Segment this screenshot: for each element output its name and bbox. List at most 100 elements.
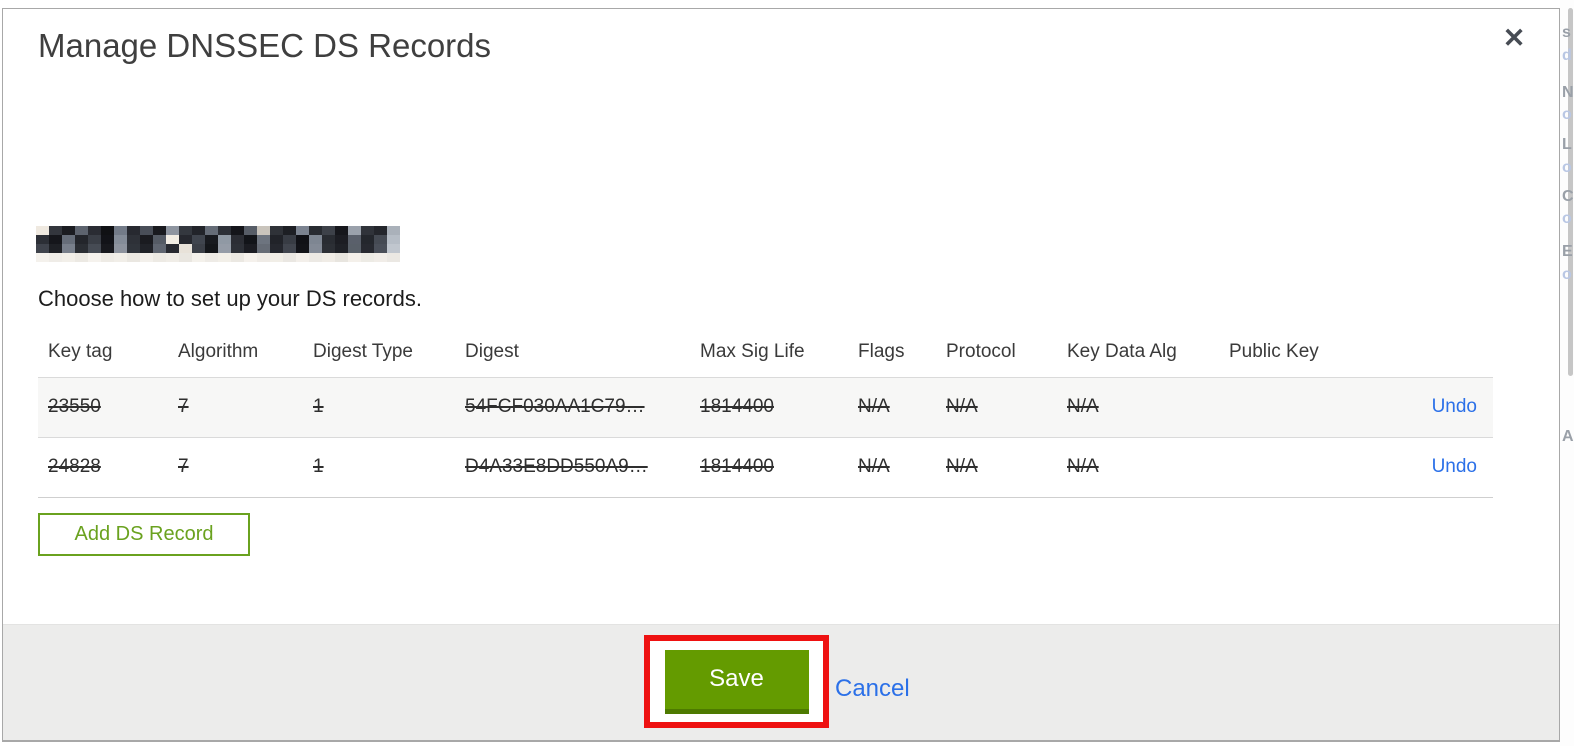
column-header: Public Key (1229, 341, 1319, 363)
redacted-pixel (62, 235, 75, 244)
redacted-pixel (283, 226, 296, 235)
add-ds-record-button[interactable]: Add DS Record (38, 513, 250, 556)
redacted-pixel (387, 235, 400, 244)
redacted-pixel (192, 253, 205, 262)
close-icon[interactable]: ✕ (1497, 21, 1531, 55)
table-cell: 1 (303, 437, 455, 497)
redacted-pixel (49, 226, 62, 235)
redacted-pixel (348, 253, 361, 262)
redacted-pixel (244, 235, 257, 244)
redacted-pixel (335, 226, 348, 235)
redacted-pixel (205, 235, 218, 244)
table-cell: 7 (168, 377, 303, 437)
save-button[interactable]: Save (664, 649, 809, 714)
redacted-pixel (387, 226, 400, 235)
column-header: Protocol (946, 341, 1016, 363)
redacted-pixel (257, 226, 270, 235)
table-cell: N/A (848, 437, 936, 497)
redacted-pixel (244, 226, 257, 235)
subtitle: Choose how to set up your DS records. (38, 286, 422, 311)
redacted-pixel (179, 244, 192, 253)
redacted-pixel (101, 226, 114, 235)
background-text-fragment: L (1562, 136, 1572, 153)
redacted-pixel (257, 253, 270, 262)
redacted-pixel (296, 253, 309, 262)
redacted-pixel (309, 235, 322, 244)
cell-value: 1814400 (700, 456, 774, 477)
redacted-pixel (296, 235, 309, 244)
page: Manage DNSSEC DS Records ✕ Choose how to… (0, 0, 1574, 746)
cell-value: 1814400 (700, 396, 774, 417)
redacted-pixel (75, 253, 88, 262)
cell-value: 23550 (48, 396, 101, 417)
redacted-pixel (270, 244, 283, 253)
redacted-pixel (101, 235, 114, 244)
redacted-pixel (374, 253, 387, 262)
background-text-fragment: d (1562, 47, 1572, 64)
redacted-pixel (231, 226, 244, 235)
annotation-red-box: Save (644, 635, 829, 728)
modal-title: Manage DNSSEC DS Records (38, 27, 492, 64)
redacted-pixel (322, 244, 335, 253)
redacted-pixel (322, 235, 335, 244)
redacted-pixel (361, 226, 374, 235)
table-body: 23550 7 1 54FCF030AA1C79… 1814400 N/A N/A N/A Un… (38, 377, 1493, 497)
cancel-link[interactable]: Cancel (835, 675, 910, 703)
dnssec-modal: Manage DNSSEC DS Records ✕ Choose how to… (2, 8, 1560, 742)
cell-value: N/A (858, 456, 890, 477)
cell-value: N/A (946, 456, 978, 477)
redacted-pixel (283, 244, 296, 253)
redacted-pixel-row (36, 226, 400, 235)
redacted-pixel (153, 253, 166, 262)
ds-records-table: Key tag Algorithm Digest Type Digest Max Sig… (38, 332, 1493, 498)
undo-link[interactable]: Undo (1432, 456, 1477, 477)
redacted-pixel (231, 244, 244, 253)
redacted-pixel (36, 244, 49, 253)
redacted-pixel (114, 244, 127, 253)
background-text-fragment: o (1562, 159, 1572, 176)
redacted-pixel (374, 235, 387, 244)
redacted-pixel (244, 253, 257, 262)
redacted-pixel (348, 235, 361, 244)
redacted-pixel (179, 235, 192, 244)
redacted-pixel (231, 253, 244, 262)
redacted-pixel (374, 226, 387, 235)
table-row: 24828 7 1 D4A33E8DD550A9… 1814400 N/A N/A N/A Un… (38, 437, 1493, 497)
redacted-pixel (166, 244, 179, 253)
redacted-pixel (88, 226, 101, 235)
background-text-fragment: E (1562, 243, 1573, 260)
redacted-pixel (179, 226, 192, 235)
redacted-pixel-row (36, 253, 400, 262)
table-cell: 7 (168, 437, 303, 497)
table-cell: N/A (1057, 377, 1219, 437)
redacted-pixel (296, 244, 309, 253)
action-cell: Undo (1413, 437, 1493, 497)
table-cell: 23550 (38, 377, 168, 437)
redacted-pixel (348, 244, 361, 253)
redacted-pixel-row (36, 244, 400, 253)
redacted-pixel (257, 235, 270, 244)
redacted-pixel (218, 244, 231, 253)
redacted-pixel (270, 253, 283, 262)
column-header: Flags (858, 341, 905, 363)
redacted-pixel (192, 235, 205, 244)
cell-value: 54FCF030AA1C79… (465, 396, 645, 417)
redacted-pixel (309, 253, 322, 262)
column-header: Digest (465, 341, 519, 363)
redacted-pixel (387, 244, 400, 253)
redacted-pixel (127, 244, 140, 253)
redacted-pixel (75, 226, 88, 235)
redacted-pixel (62, 253, 75, 262)
redacted-pixel (114, 235, 127, 244)
undo-link[interactable]: Undo (1432, 396, 1477, 417)
table-cell: 54FCF030AA1C79… (455, 377, 690, 437)
redacted-pixel (205, 226, 218, 235)
redacted-pixel (153, 235, 166, 244)
redacted-pixel (387, 253, 400, 262)
table-row: 23550 7 1 54FCF030AA1C79… 1814400 N/A N/A N/A Un… (38, 377, 1493, 437)
modal-footer: Save Cancel (3, 624, 1559, 740)
redacted-pixel (88, 235, 101, 244)
redacted-pixel (283, 235, 296, 244)
cell-value: D4A33E8DD550A9… (465, 456, 648, 477)
redacted-pixel (62, 244, 75, 253)
